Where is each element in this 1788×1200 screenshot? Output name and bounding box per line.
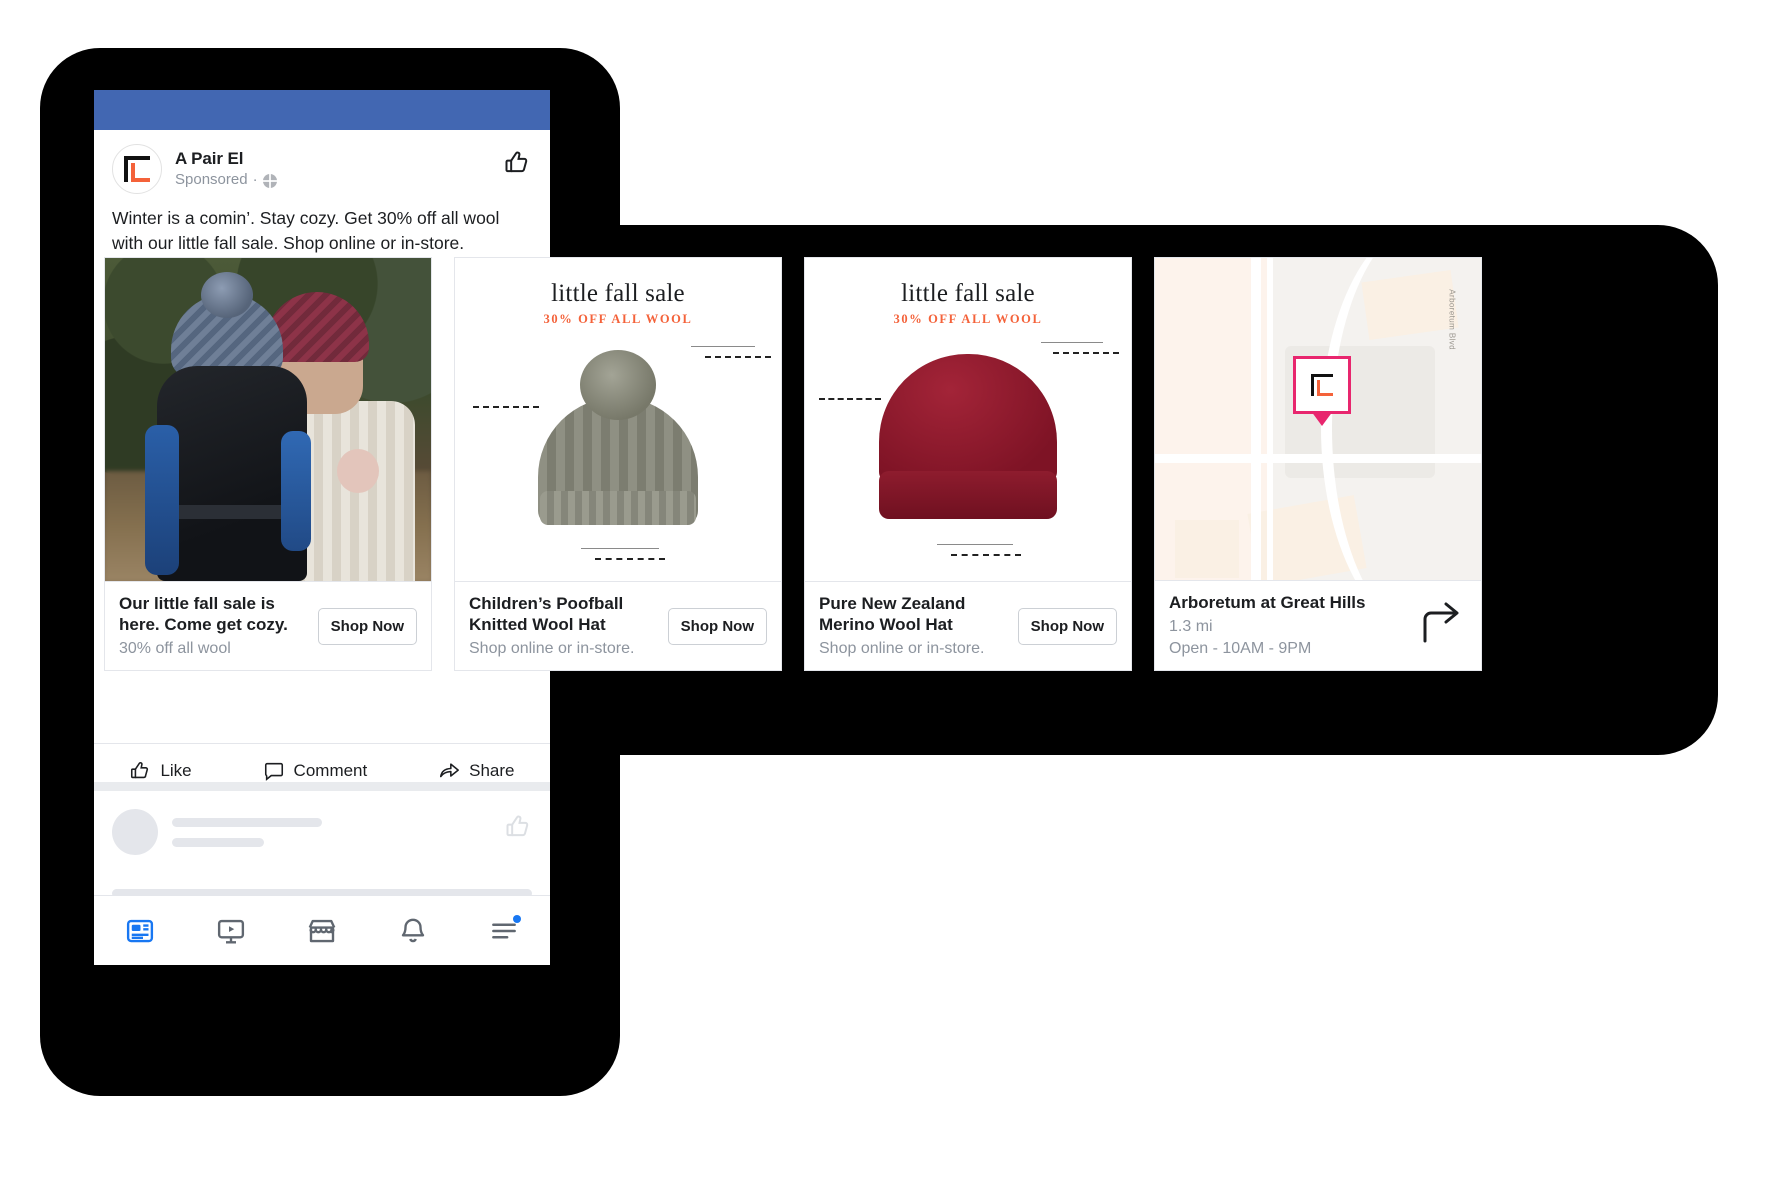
annotation-dash [705,356,771,358]
post-meta: A Pair El Sponsored · [175,148,277,190]
post-thumbs-up-button[interactable] [502,148,532,178]
nav-news-feed[interactable] [125,916,155,946]
like-button[interactable]: Like [129,760,192,782]
nav-notifications[interactable] [398,916,428,946]
grey-pompom-beanie-image [538,350,698,525]
product-sale-header: little fall sale 30% OFF ALL WOOL [805,258,1131,327]
share-label: Share [469,761,515,780]
annotation-dash [1053,352,1119,354]
bottom-navigation [94,895,550,965]
carousel-card-store-location[interactable]: Arboretum Blvd Arboretum at Great Hills … [1154,257,1482,671]
card-media-map: Arboretum Blvd [1155,258,1481,580]
card-footer: Our little fall sale is here. Come get c… [105,581,431,670]
feed-separator [94,782,550,791]
shop-now-button[interactable]: Shop Now [1017,607,1117,645]
annotation-line [937,544,1013,545]
shop-now-button[interactable]: Shop Now [317,607,417,645]
skeleton-avatar [112,809,158,855]
annotation-dash [595,558,665,560]
red-merino-beanie-image [879,354,1057,519]
annotation-line [691,346,755,347]
sale-subtitle: 30% OFF ALL WOOL [893,312,1043,326]
annotation-dash [951,554,1021,556]
nav-marketplace[interactable] [307,916,337,946]
turn-right-arrow-icon[interactable] [1415,599,1467,651]
card-hours: Open - 10AM - 9PM [1169,639,1312,657]
card-title: Children’s Poofball Knitted Wool Hat [469,594,624,635]
card-media-photo [105,258,431,582]
card-footer: Arboretum at Great Hills 1.3 mi Open - 1… [1155,579,1481,670]
notification-dot [513,914,522,923]
skeleton-thumbs-up-icon [504,813,532,846]
share-arrow-icon [440,763,460,778]
like-label: Like [160,761,192,780]
carousel-card-grey-hat[interactable]: little fall sale 30% OFF ALL WOOL Childr… [454,257,782,671]
separator-dot: · [252,171,258,189]
marketplace-store-icon [308,919,336,942]
comment-bubble-icon [264,762,283,781]
card-media-red-hat: little fall sale 30% OFF ALL WOOL [805,258,1131,582]
sale-title: little fall sale [901,280,1035,307]
news-feed-icon [126,919,153,942]
card-distance: 1.3 mi [1169,617,1213,635]
ad-carousel[interactable]: Our little fall sale is here. Come get c… [104,257,1482,671]
hiking-photo-image [105,258,431,582]
comment-button[interactable]: Comment [263,760,368,782]
annotation-line [581,548,659,549]
nav-watch[interactable] [216,916,246,946]
store-map-pin[interactable] [1293,356,1351,414]
shop-now-button[interactable]: Shop Now [667,607,767,645]
card-media-grey-hat: little fall sale 30% OFF ALL WOOL [455,258,781,582]
globe-icon [262,173,277,188]
share-button[interactable]: Share [438,760,515,782]
card-footer: Children’s Poofball Knitted Wool Hat Sho… [455,581,781,670]
card-title: Our little fall sale is here. Come get c… [119,594,288,635]
comment-label: Comment [293,761,368,780]
sponsored-row: Sponsored · [175,171,277,190]
card-title: Arboretum at Great Hills [1169,592,1366,612]
store-location-map-image: Arboretum Blvd [1155,258,1481,580]
skeleton-line [172,837,264,847]
product-sale-header: little fall sale 30% OFF ALL WOOL [455,258,781,327]
annotation-line [1041,342,1103,343]
page-name[interactable]: A Pair El [175,148,277,169]
carousel-card-photo[interactable]: Our little fall sale is here. Come get c… [104,257,432,671]
facebook-top-bar [94,90,550,130]
avatar[interactable] [112,144,162,194]
sponsored-label: Sponsored [175,171,248,189]
sale-subtitle: 30% OFF ALL WOOL [543,312,693,326]
watch-video-icon [217,919,244,943]
post-header: A Pair El Sponsored · [94,130,550,200]
nav-menu[interactable] [489,914,522,946]
street-label: Arboretum Blvd [1448,289,1457,350]
thumbs-up-icon [131,762,149,779]
card-title: Pure New Zealand Merino Wool Hat [819,594,966,635]
sale-title: little fall sale [551,280,685,307]
brand-logo-icon [1311,374,1333,396]
skeleton-line [172,817,322,827]
card-footer: Pure New Zealand Merino Wool Hat Shop on… [805,581,1131,670]
bell-icon [401,918,425,942]
annotation-dash [473,406,539,408]
brand-logo-icon [124,156,150,182]
card-subtitle: Shop online or in-store. [819,639,985,657]
carousel-card-red-hat[interactable]: little fall sale 30% OFF ALL WOOL Pure N… [804,257,1132,671]
card-subtitle: 30% off all wool [119,639,231,657]
device-shell: A Pair El Sponsored · Winter is a comin’… [0,0,1788,1200]
card-subtitle: Shop online or in-store. [469,639,635,657]
annotation-dash [819,398,881,400]
